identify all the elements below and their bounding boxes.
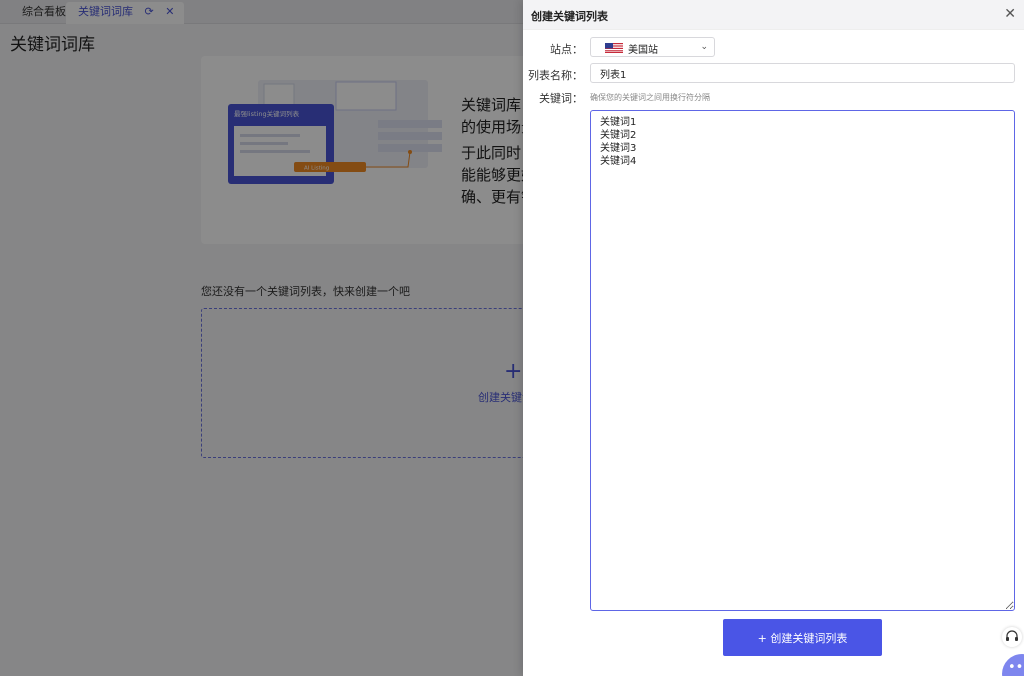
site-select[interactable]: 美国站 ⌄ [590,37,715,57]
chevron-down-icon: ⌄ [700,42,708,52]
headset-icon [1006,630,1018,641]
keywords-textarea[interactable] [590,110,1015,611]
headset-icon[interactable] [1002,627,1022,647]
keywords-label: 关键词： [539,92,583,105]
site-value: 美国站 [628,45,658,56]
close-icon[interactable]: ✕ [1004,6,1016,22]
us-flag-icon [605,43,623,53]
create-list-drawer: 创建关键词列表 ✕ 站点： 美国站 ⌄ 列表名称： 关键词： 确保您的关键词之间… [523,0,1024,676]
create-list-button[interactable]: + 创建关键词列表 [723,619,882,656]
site-label: 站点： [550,43,583,56]
drawer-header: 创建关键词列表 ✕ [523,0,1024,30]
list-name-label: 列表名称： [528,69,583,82]
keywords-hint: 确保您的关键词之间用换行符分隔 [590,93,710,102]
drawer-title: 创建关键词列表 [531,10,608,23]
list-name-input[interactable] [590,63,1015,83]
ellipsis-icon: ••• [1008,660,1024,675]
